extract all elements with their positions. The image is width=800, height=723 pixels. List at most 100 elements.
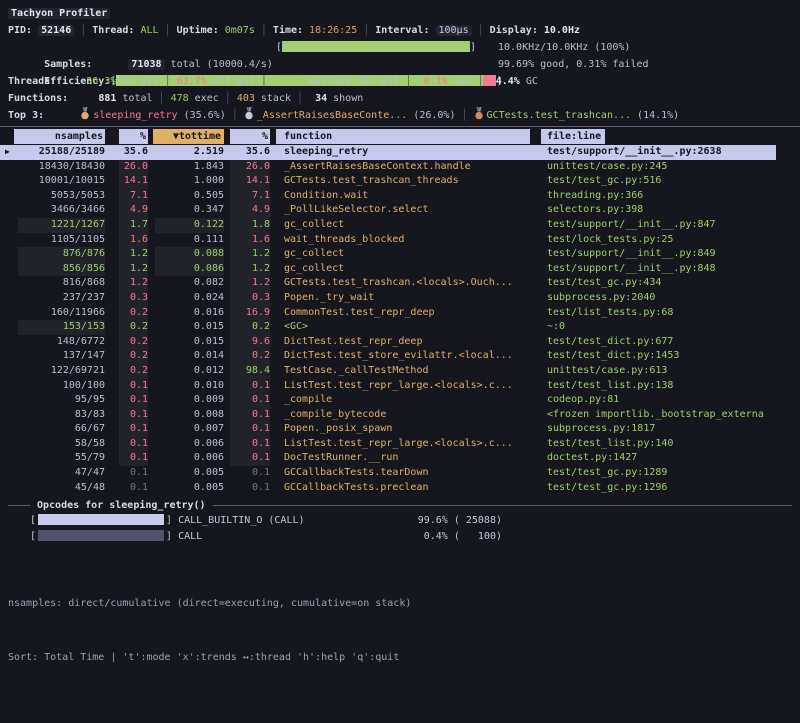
table-row[interactable]: 148/67720.20.0159.6DictTest.test_repr_de… bbox=[0, 335, 800, 350]
cell-p1: 7.1 bbox=[119, 189, 148, 204]
column-header-fn[interactable]: function bbox=[276, 129, 530, 144]
cell-p1: 0.1 bbox=[119, 379, 148, 394]
table-row[interactable]: 816/8681.20.0821.2GCTests.test_trashcan.… bbox=[0, 276, 800, 291]
samples-line: Samples: 71038 total (10000.4/s) [] 10.0… bbox=[8, 39, 800, 56]
cell-p2: 0.1 bbox=[230, 408, 270, 423]
cell-fl: test/test_list.py:138 bbox=[547, 379, 782, 394]
cell-fn: ListTest.test_repr_large.<locals>.c... bbox=[284, 379, 534, 394]
cell-fn: sleeping_retry bbox=[284, 145, 534, 160]
functions-value: 881 bbox=[98, 93, 116, 104]
cell-p1: 0.1 bbox=[119, 393, 148, 408]
table-row[interactable]: 55/790.10.0060.1DocTestRunner.__rundocte… bbox=[0, 451, 800, 466]
top3-function-name: sleeping_retry bbox=[93, 110, 177, 121]
table-row[interactable]: 100/1000.10.0100.1ListTest.test_repr_lar… bbox=[0, 379, 800, 394]
cell-fl: unittest/case.py:613 bbox=[547, 364, 782, 379]
functions-value: 478 bbox=[171, 93, 189, 104]
opcode-bar-bracket: [ bbox=[30, 531, 36, 542]
cell-p2: 16.9 bbox=[230, 306, 270, 321]
table-row[interactable]: 10001/1001514.11.00014.1GCTests.test_tra… bbox=[0, 174, 800, 189]
status-label: PID: bbox=[8, 25, 38, 36]
cell-ns: 100/100 bbox=[18, 379, 105, 394]
cell-fn: TestCase._callTestMethod bbox=[284, 364, 534, 379]
opcode-name: CALL bbox=[172, 531, 202, 542]
cell-p1: 26.0 bbox=[119, 160, 148, 175]
cell-fl: doctest.py:1427 bbox=[547, 451, 782, 466]
cell-p2: 4.9 bbox=[230, 203, 270, 218]
top3-percent: (14.1%) bbox=[631, 110, 679, 121]
cell-ns: 45/48 bbox=[18, 481, 105, 496]
table-row[interactable]: 3466/34664.90.3474.9_PollLikeSelector.se… bbox=[0, 203, 800, 218]
cell-p2: 0.1 bbox=[230, 466, 270, 481]
cell-p1: 0.2 bbox=[119, 335, 148, 350]
cell-p1: 1.2 bbox=[119, 276, 148, 291]
column-header-p1[interactable]: % bbox=[119, 129, 148, 144]
cell-p2: 1.2 bbox=[230, 276, 270, 291]
cell-tt: 0.088 bbox=[155, 247, 224, 262]
cell-fn: _AssertRaisesBaseContext.handle bbox=[284, 160, 534, 175]
cell-tt: 0.347 bbox=[155, 203, 224, 218]
column-header-fl[interactable]: file:line bbox=[541, 129, 605, 144]
threads-value: 63.7% bbox=[177, 76, 207, 87]
threads-separator: │ bbox=[472, 76, 490, 87]
table-row[interactable]: 45/480.10.0050.1GCCallbackTests.preclean… bbox=[0, 481, 800, 496]
cell-fl: subprocess.py:2040 bbox=[547, 291, 782, 306]
cell-tt: 0.024 bbox=[155, 291, 224, 306]
table-row[interactable]: 160/119660.20.01616.9CommonTest.test_rep… bbox=[0, 306, 800, 321]
cell-fn: GCCallbackTests.tearDown bbox=[284, 466, 534, 481]
cell-tt: 0.008 bbox=[155, 408, 224, 423]
cell-p2: 98.4 bbox=[230, 364, 270, 379]
cell-ns: 1221/1267 bbox=[18, 218, 105, 233]
table-row[interactable]: 66/670.10.0070.1Popen._posix_spawnsubpro… bbox=[0, 422, 800, 437]
table-row[interactable]: 58/580.10.0060.1ListTest.test_repr_large… bbox=[0, 437, 800, 452]
opcodes-list: [] CALL_BUILTIN_O (CALL)99.6% ( 25088)[]… bbox=[0, 513, 800, 545]
cell-p1: 0.2 bbox=[119, 306, 148, 321]
table-row[interactable]: 47/470.10.0050.1GCCallbackTests.tearDown… bbox=[0, 466, 800, 481]
cell-p2: 14.1 bbox=[230, 174, 270, 189]
table-row[interactable]: 5053/50537.10.5057.1Condition.waitthread… bbox=[0, 189, 800, 204]
status-label: Uptime: bbox=[177, 25, 225, 36]
table-row[interactable]: 18430/1843026.01.84326.0_AssertRaisesBas… bbox=[0, 160, 800, 175]
table-row[interactable]: 95/950.10.0090.1_compilecodeop.py:81 bbox=[0, 393, 800, 408]
cell-fn: ListTest.test_repr_large.<locals>.c... bbox=[284, 437, 534, 452]
table-row[interactable]: 1105/11051.60.1111.6wait_threads_blocked… bbox=[0, 233, 800, 248]
cell-ns: 816/868 bbox=[18, 276, 105, 291]
cell-fl: test/support/__init__.py:848 bbox=[547, 262, 782, 277]
table-row[interactable]: 122/697210.20.01298.4TestCase._callTestM… bbox=[0, 364, 800, 379]
cell-tt: 0.009 bbox=[155, 393, 224, 408]
samples-bar-group: [] bbox=[276, 39, 476, 56]
functions-separator: │ bbox=[291, 93, 309, 104]
bronze-medal-icon bbox=[474, 107, 484, 126]
table-row[interactable]: 153/1530.20.0150.2<GC>~:0 bbox=[0, 320, 800, 335]
table-row[interactable]: 237/2370.30.0240.3Popen._try_waitsubproc… bbox=[0, 291, 800, 306]
table-row[interactable]: 856/8561.20.0861.2gc_collecttest/support… bbox=[0, 262, 800, 277]
table-row[interactable]: 83/830.10.0080.1_compile_bytecode<frozen… bbox=[0, 408, 800, 423]
efficiency-line: Efficiency:[] 99.69% good, 0.31% failed bbox=[8, 56, 800, 73]
cell-p1: 0.1 bbox=[119, 466, 148, 481]
functions-separator: │ bbox=[153, 93, 171, 104]
profiler-screen: Tachyon Profiler PID: 52146 │ Thread: AL… bbox=[0, 0, 800, 723]
cell-tt: 0.010 bbox=[155, 379, 224, 394]
column-header-p2[interactable]: % bbox=[230, 129, 270, 144]
table-row[interactable]: ▶25188/2518935.62.51935.6sleeping_retryt… bbox=[0, 145, 776, 160]
table-row[interactable]: 137/1470.20.0140.2DictTest.test_store_ev… bbox=[0, 349, 800, 364]
threads-separator: │ bbox=[255, 76, 273, 87]
cell-fl: ~:0 bbox=[547, 320, 782, 335]
cell-p2: 0.1 bbox=[230, 481, 270, 496]
table-row[interactable]: 1221/12671.70.1221.8gc_collecttest/suppo… bbox=[0, 218, 800, 233]
cell-ns: 66/67 bbox=[18, 422, 105, 437]
status-value: 100µs bbox=[436, 25, 472, 36]
status-value: 0m07s bbox=[225, 25, 255, 36]
threads-separator: │ bbox=[399, 76, 417, 87]
cell-ns: 55/79 bbox=[18, 451, 105, 466]
column-header-ns[interactable]: nsamples bbox=[14, 129, 105, 144]
cell-ns: 95/95 bbox=[18, 393, 105, 408]
cell-fn: CommonTest.test_repr_deep bbox=[284, 306, 534, 321]
column-header-tt[interactable]: ▼tottime bbox=[153, 129, 224, 144]
opcodes-divider: Opcodes for sleeping_retry() bbox=[0, 498, 800, 513]
table-row[interactable]: 876/8761.20.0881.2gc_collecttest/support… bbox=[0, 247, 800, 262]
cell-p1: 0.1 bbox=[119, 408, 148, 423]
opcodes-divider-dash-right bbox=[213, 505, 792, 506]
cell-tt: 2.519 bbox=[155, 145, 224, 160]
cell-ns: 122/69721 bbox=[18, 364, 105, 379]
cell-tt: 1.843 bbox=[155, 160, 224, 175]
